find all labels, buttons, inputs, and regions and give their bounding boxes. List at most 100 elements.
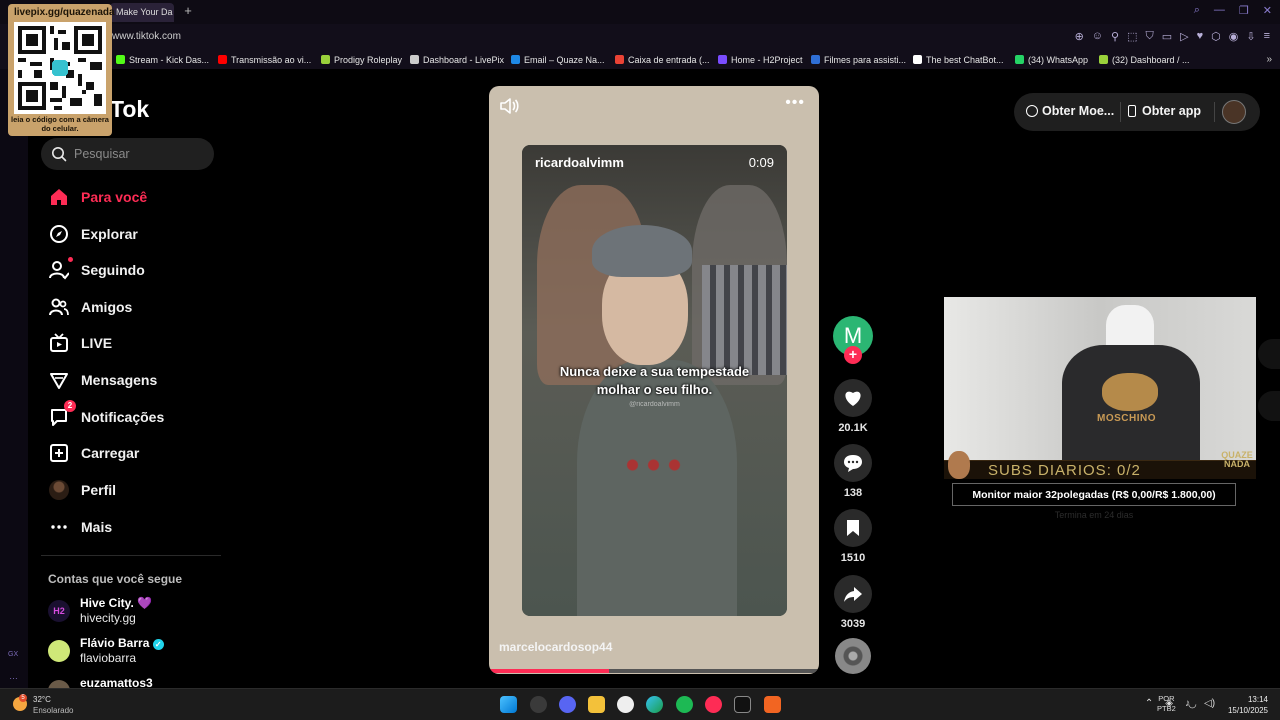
video-figure	[622, 455, 692, 475]
nav-label: Mais	[81, 519, 113, 535]
opera-gx-icon[interactable]	[705, 696, 722, 713]
video-frame: ricardoalvimm 0:09 Nunca deixe a sua tem…	[522, 145, 787, 616]
restore-icon[interactable]: ❐	[1239, 4, 1249, 17]
download-icon[interactable]: ⇩	[1246, 30, 1255, 43]
close-icon[interactable]: ✕	[1263, 4, 1272, 17]
nav-following[interactable]: Seguindo	[48, 257, 218, 283]
bookmark-item[interactable]: Filmes para assisti...	[811, 55, 906, 65]
volume-icon[interactable]	[499, 97, 519, 115]
bookmark-item[interactable]: Prodigy Roleplay	[321, 55, 402, 65]
save-button[interactable]	[834, 509, 872, 547]
user-avatar[interactable]	[1222, 100, 1246, 124]
emoji-icon[interactable]: ☺	[1092, 30, 1103, 43]
extensions-icon[interactable]: ⬡	[1211, 30, 1221, 43]
tiktok-logo[interactable]: Tok	[110, 96, 149, 123]
share-action[interactable]: 3039	[834, 575, 872, 630]
bookmark-item[interactable]: Caixa de entrada (...	[615, 55, 710, 65]
nav-live[interactable]: LIVE	[48, 330, 218, 356]
nav-for-you[interactable]: Para você	[48, 184, 218, 210]
browser-tab[interactable]: Make Your Da	[110, 3, 174, 22]
comment-button[interactable]	[834, 444, 872, 482]
scroll-up-button[interactable]	[1258, 339, 1280, 369]
discord-icon[interactable]	[559, 696, 576, 713]
steam-icon[interactable]	[530, 696, 547, 713]
phone-icon	[1128, 105, 1136, 117]
app-icon[interactable]	[764, 696, 781, 713]
more-icon[interactable]: …	[9, 671, 18, 681]
zoom-icon[interactable]: ⊕	[1075, 30, 1084, 43]
chevron-up-icon[interactable]: ⌃	[1145, 698, 1153, 709]
start-icon[interactable]	[500, 696, 517, 713]
pin-icon[interactable]: ⚲	[1111, 30, 1119, 43]
nav-explore[interactable]: Explorar	[48, 221, 218, 247]
save-action[interactable]: 1510	[834, 509, 872, 564]
like-button[interactable]	[834, 379, 872, 417]
obs-icon[interactable]	[734, 696, 751, 713]
goal-text: Monitor maior 32polegadas (R$ 0,00/R$ 1.…	[972, 489, 1216, 501]
snapshot-icon[interactable]: ⬚	[1127, 30, 1137, 43]
wifi-icon[interactable]: ◡	[1188, 699, 1197, 710]
bookmark-item[interactable]: The best ChatBot...	[913, 55, 1004, 65]
folder-icon[interactable]	[588, 696, 605, 713]
share-button[interactable]	[834, 575, 872, 613]
weather-description[interactable]: Ensolarado	[33, 706, 73, 715]
gx-label[interactable]: GX	[8, 651, 18, 658]
compass-icon	[48, 223, 70, 245]
github-icon[interactable]	[617, 696, 634, 713]
nav-profile[interactable]: Perfil	[48, 477, 218, 503]
url-field[interactable]: www.tiktok.com	[112, 31, 181, 42]
search-bar[interactable]	[41, 138, 214, 170]
music-disc[interactable]	[835, 638, 871, 674]
menu-icon[interactable]: ≡	[1264, 30, 1270, 43]
notification-badge: 2	[64, 400, 76, 412]
get-app-button[interactable]: Obter app	[1128, 104, 1201, 118]
following-account[interactable]: euzamattos3	[48, 676, 218, 688]
bookmark-item[interactable]: Stream - Kick Das...	[116, 55, 209, 65]
bookmark-icon	[321, 55, 330, 64]
video-progress-bar[interactable]	[489, 669, 819, 673]
shield-icon[interactable]: ⛉	[1145, 30, 1153, 43]
following-account[interactable]: Flávio Barra ✓ flaviobarra	[48, 636, 218, 668]
tv-icon[interactable]: ▭	[1162, 30, 1172, 43]
scroll-down-button[interactable]	[1258, 391, 1280, 421]
search-input[interactable]	[74, 146, 204, 162]
follow-button[interactable]: +	[844, 346, 862, 364]
video-author[interactable]: marcelocardosop44	[499, 640, 612, 654]
clock[interactable]: 13:14 15/10/2025	[1222, 694, 1268, 716]
more-options-button[interactable]: •••	[785, 94, 805, 112]
edge-icon[interactable]	[646, 696, 663, 713]
channel-logo: QUAZE NADA	[1221, 450, 1253, 469]
new-tab-button[interactable]: +	[180, 3, 196, 19]
bookmark-icon	[847, 520, 859, 536]
bookmark-item[interactable]: Email – Quaze Na...	[511, 55, 605, 65]
speaker-icon[interactable]: ◁)	[1204, 698, 1215, 709]
nav-messages[interactable]: Mensagens	[48, 367, 218, 393]
comment-action[interactable]: 138	[834, 444, 872, 499]
header-actions: Obter Moe... Obter app	[1014, 93, 1260, 131]
weather-temperature[interactable]: 32°C	[33, 695, 51, 704]
video-watermark: @ricardoalvimm	[629, 401, 680, 408]
search-icon[interactable]: ⌕	[1194, 4, 1200, 17]
nav-more[interactable]: Mais	[48, 514, 218, 540]
nav-upload[interactable]: Carregar	[48, 440, 218, 466]
nav-friends[interactable]: Amigos	[48, 294, 218, 320]
bookmark-item[interactable]: Dashboard - LivePix	[410, 55, 504, 65]
bookmark-item[interactable]: Home - H2Project	[718, 55, 803, 65]
bookmark-item[interactable]: (34) WhatsApp	[1015, 55, 1088, 65]
spotify-icon[interactable]	[676, 696, 693, 713]
profile-icon[interactable]: ◉	[1229, 30, 1239, 43]
minimize-icon[interactable]: —	[1214, 4, 1225, 17]
like-action[interactable]: 20.1K	[834, 379, 872, 434]
video-overlay-time: 0:09	[748, 155, 774, 170]
heart-icon[interactable]: ♥	[1197, 30, 1204, 43]
bookmark-item[interactable]: Transmissão ao vi...	[218, 55, 311, 65]
video-player[interactable]: ••• ricardoalvimm 0:09 Nunca deixe a sua…	[489, 86, 819, 674]
language-indicator[interactable]: POR PTB2	[1157, 694, 1176, 714]
bookmark-item[interactable]: (32) Dashboard / ...	[1099, 55, 1190, 65]
play-icon[interactable]: ▷	[1180, 30, 1188, 43]
nav-notifications[interactable]: 2 Notificações	[48, 400, 218, 430]
following-account[interactable]: H2 Hive City. 💜 hivecity.gg	[48, 596, 218, 628]
coin-icon	[1026, 105, 1038, 117]
more-bookmarks-button[interactable]: »	[1266, 54, 1272, 65]
get-coins-button[interactable]: Obter Moe...	[1026, 104, 1114, 118]
